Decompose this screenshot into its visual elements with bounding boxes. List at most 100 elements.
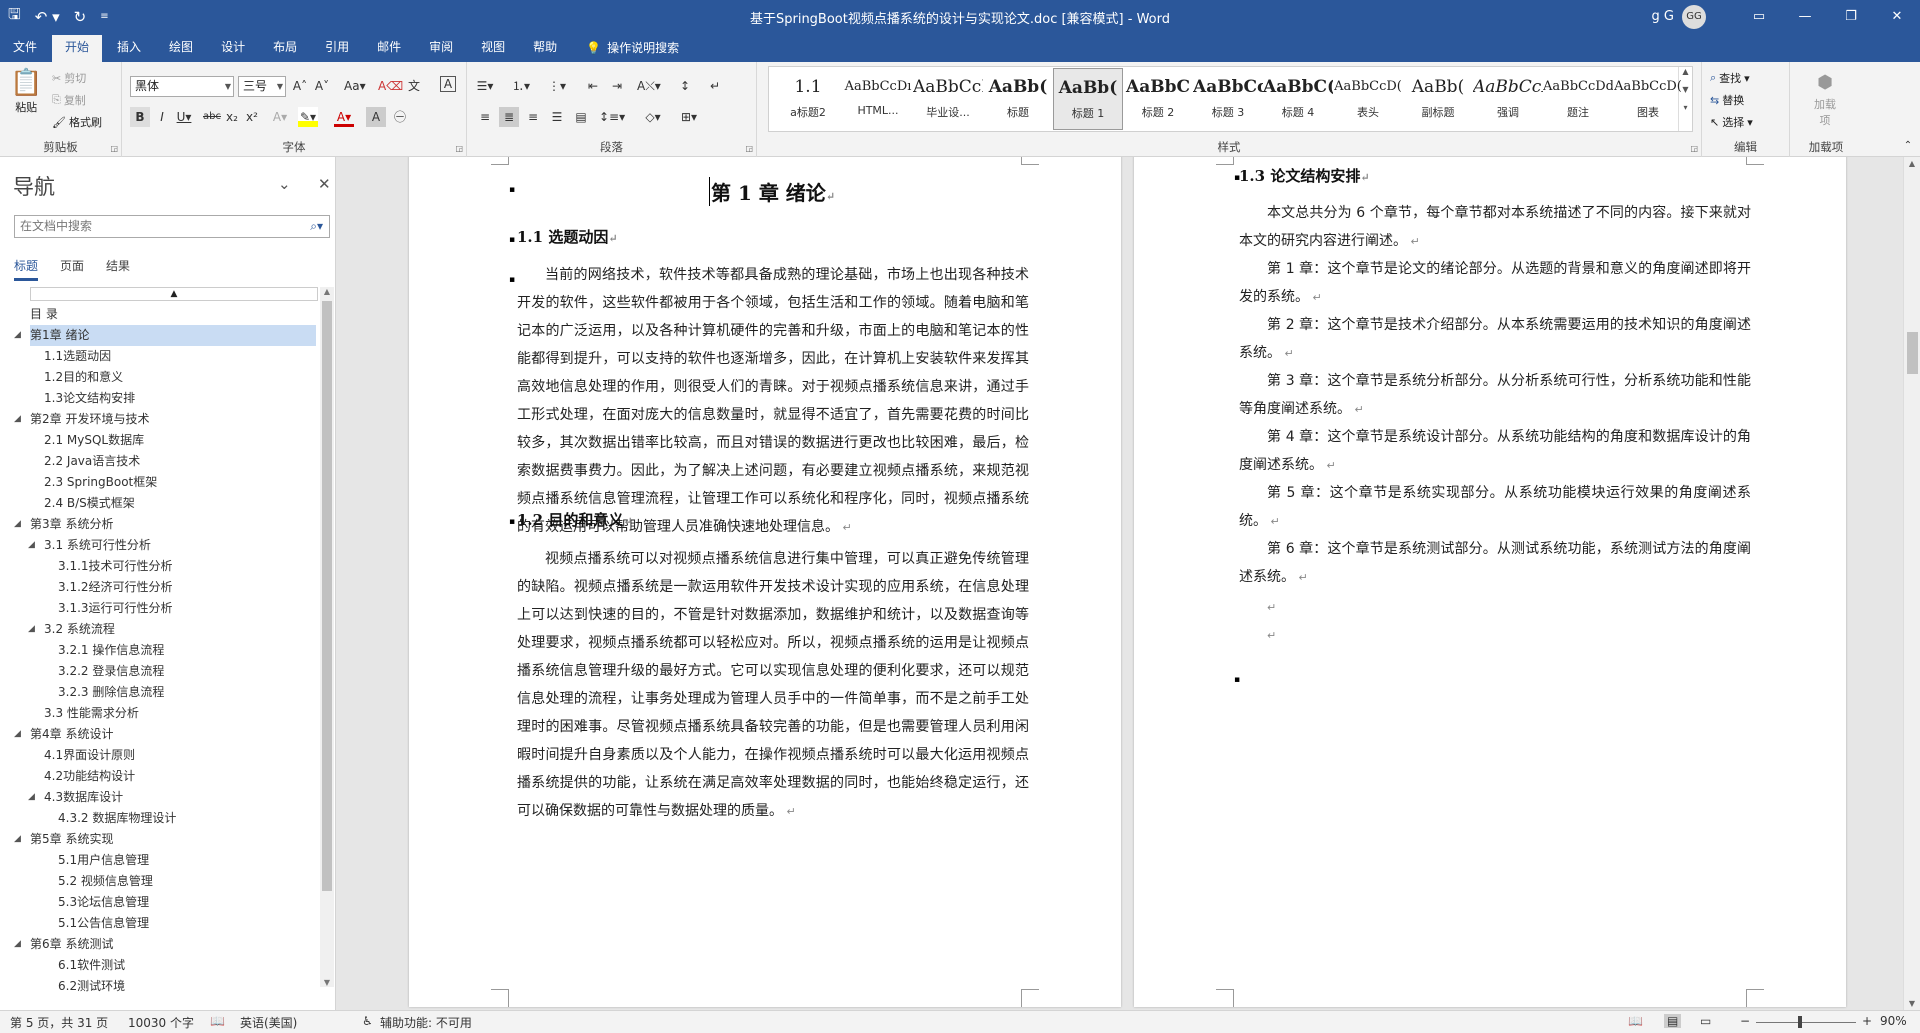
scroll-down-icon[interactable]: ▼ — [1904, 999, 1920, 1008]
distributed-icon[interactable]: ▤ — [571, 107, 591, 127]
tab-5[interactable]: 布局 — [260, 35, 310, 62]
nav-heading-item[interactable]: 目 录 — [30, 304, 316, 325]
collapse-arrow-icon[interactable]: ◢ — [14, 829, 21, 850]
style-item[interactable]: AaBb(副标题 — [1403, 68, 1473, 130]
page-1[interactable]: ▪ 第 1 章 绪论↵ ▪ 1.1 选题动因↵ ▪ 当前的网络技术，软件技术等都… — [409, 157, 1121, 1007]
decrease-indent-icon[interactable]: ⇤ — [583, 76, 603, 96]
style-item[interactable]: AaBbC 标题 2 — [1123, 68, 1193, 130]
proofing-icon[interactable]: 📖 — [210, 1014, 225, 1028]
minimize-icon[interactable]: — — [1782, 0, 1828, 33]
print-layout-icon[interactable]: ▤ — [1664, 1014, 1682, 1028]
style-item[interactable]: 1.1 a标题2 — [773, 68, 843, 130]
char-shading-icon[interactable]: A — [366, 107, 386, 127]
show-marks-icon[interactable]: ↵ — [705, 76, 725, 96]
style-item[interactable]: AaBbCc 标题 3 — [1193, 68, 1263, 130]
nav-heading-item[interactable]: 3.1.3运行可行性分析 — [58, 598, 316, 619]
nav-heading-item[interactable]: 2.1 MySQL数据库 — [44, 430, 316, 451]
nav-heading-item[interactable]: 4.1界面设计原则 — [44, 745, 316, 766]
search-icon[interactable]: ⌕▾ — [310, 216, 323, 237]
nav-heading-item[interactable]: ◢ 4.3数据库设计 — [28, 787, 316, 808]
style-item[interactable]: AaBbCcDd 题注 — [1543, 68, 1613, 130]
nav-heading-item[interactable]: 3.2.2 登录信息流程 — [58, 661, 316, 682]
tab-10[interactable]: 帮助 — [520, 35, 570, 62]
accessibility-icon[interactable]: ♿ — [362, 1014, 373, 1028]
collapse-arrow-icon[interactable]: ◢ — [14, 325, 21, 346]
format-painter-button[interactable]: 🖌 格式刷 — [52, 114, 102, 130]
tell-me-search[interactable]: 💡 操作说明搜索 — [572, 35, 679, 62]
nav-heading-item[interactable]: 1.3论文结构安排 — [44, 388, 316, 409]
dialog-launcher-icon[interactable]: ◲ — [110, 144, 118, 153]
collapse-arrow-icon[interactable]: ◢ — [28, 535, 35, 556]
page-count[interactable]: 第 5 页，共 31 页 — [10, 1014, 108, 1031]
nav-heading-item[interactable]: 1.2目的和意义 — [44, 367, 316, 388]
style-item[interactable]: AaBbCcI 毕业设... — [913, 68, 983, 130]
shrink-font-icon[interactable]: A˅ — [312, 76, 332, 96]
superscript-icon[interactable]: x² — [242, 107, 262, 127]
nav-heading-item[interactable]: 2.4 B/S模式框架 — [44, 493, 316, 514]
document-area[interactable]: ▪ 第 1 章 绪论↵ ▪ 1.1 选题动因↵ ▪ 当前的网络技术，软件技术等都… — [337, 157, 1903, 1010]
nav-heading-item[interactable]: 5.3论坛信息管理 — [58, 892, 316, 913]
redo-icon[interactable]: ↻ — [74, 8, 87, 26]
language[interactable]: 英语(美国) — [240, 1014, 297, 1031]
page-2[interactable]: ▪ 1.3 论文结构安排↵ 本文总共分为 6 个章节，每个章节都对本系统描述了不… — [1134, 157, 1846, 1007]
style-item[interactable]: AaBbCcD(表头 — [1333, 68, 1403, 130]
zoom-slider[interactable] — [1756, 1022, 1856, 1023]
zoom-out-icon[interactable]: − — [1740, 1014, 1750, 1028]
sort-icon[interactable]: ↕ — [675, 76, 695, 96]
style-item[interactable]: AaBb(标题 — [983, 68, 1053, 130]
restore-icon[interactable]: ❐ — [1828, 0, 1874, 33]
nav-heading-item[interactable]: 6.1软件测试 — [58, 955, 316, 976]
close-icon[interactable]: ✕ — [1874, 0, 1920, 33]
nav-heading-item[interactable]: 3.2.1 操作信息流程 — [58, 640, 316, 661]
nav-heading-item[interactable]: 3.3 性能需求分析 — [44, 703, 316, 724]
style-item[interactable]: AaBbCcL 强调 — [1473, 68, 1543, 130]
save-icon[interactable]: 🖫 — [8, 4, 21, 29]
nav-scrollbar[interactable]: ▲ ▼ — [320, 287, 334, 987]
zoom-level[interactable]: 90% — [1880, 1014, 1907, 1028]
collapse-arrow-icon[interactable]: ◢ — [14, 409, 21, 430]
collapse-arrow-icon[interactable]: ◢ — [14, 514, 21, 535]
ribbon-display-icon[interactable]: ▭ — [1736, 0, 1782, 33]
nav-tab-1[interactable]: 页面 — [60, 257, 84, 281]
align-right-icon[interactable]: ≡ — [523, 107, 543, 127]
tree-collapse-all[interactable]: ▲ — [30, 287, 318, 301]
chevron-down-icon[interactable]: ⌄ — [278, 175, 291, 193]
nav-heading-item[interactable]: ◢ 第2章 开发环境与技术 — [14, 409, 316, 430]
dialog-launcher-icon[interactable]: ◲ — [455, 144, 463, 153]
nav-heading-item[interactable]: ◢ 第3章 系统分析 — [14, 514, 316, 535]
tab-2[interactable]: 插入 — [104, 35, 154, 62]
scroll-up-icon[interactable]: ▲ — [320, 287, 334, 296]
style-item[interactable]: AaBbCcDı HTML... — [843, 68, 913, 130]
justify-icon[interactable]: ☰ — [547, 107, 567, 127]
change-case-icon[interactable]: Aa▾ — [344, 76, 366, 96]
collapse-arrow-icon[interactable]: ◢ — [14, 934, 21, 955]
zoom-in-icon[interactable]: + — [1862, 1014, 1872, 1028]
paste-button[interactable]: 📋 粘贴 — [10, 68, 42, 115]
grow-font-icon[interactable]: A˄ — [290, 76, 310, 96]
tab-4[interactable]: 设计 — [208, 35, 258, 62]
clear-format-icon[interactable]: A⌫ — [378, 76, 403, 96]
accessibility-status[interactable]: 辅助功能: 不可用 — [380, 1014, 472, 1031]
document-scroll-thumb[interactable] — [1907, 332, 1918, 374]
style-item[interactable]: AaBb(标题 1 — [1053, 68, 1123, 130]
subscript-icon[interactable]: x₂ — [222, 107, 242, 127]
collapse-ribbon-icon[interactable]: ⌃ — [1898, 136, 1918, 156]
nav-tab-2[interactable]: 结果 — [106, 257, 130, 281]
cut-button[interactable]: ✂ 剪切 — [52, 70, 86, 86]
document-scrollbar[interactable]: ▲ ▼ — [1903, 157, 1920, 1010]
scroll-down-icon[interactable]: ▼ — [320, 978, 334, 987]
collapse-arrow-icon[interactable]: ◢ — [28, 619, 35, 640]
copy-button[interactable]: ⎘ 复制 — [52, 92, 86, 108]
word-count[interactable]: 10030 个字 — [128, 1014, 194, 1031]
line-spacing-icon[interactable]: ↕≡▾ — [599, 107, 625, 127]
close-icon[interactable]: ✕ — [318, 175, 331, 193]
style-item[interactable]: AaBbC(标题 4 — [1263, 68, 1333, 130]
underline-icon[interactable]: U▾ — [174, 107, 194, 127]
align-center-icon[interactable]: ≣ — [499, 107, 519, 127]
nav-tab-0[interactable]: 标题 — [14, 257, 39, 281]
nav-scroll-thumb[interactable] — [322, 301, 332, 891]
tab-7[interactable]: 邮件 — [364, 35, 414, 62]
nav-heading-item[interactable]: 5.1用户信息管理 — [58, 850, 316, 871]
font-color-icon[interactable]: A▾ — [334, 107, 354, 127]
tab-9[interactable]: 视图 — [468, 35, 518, 62]
